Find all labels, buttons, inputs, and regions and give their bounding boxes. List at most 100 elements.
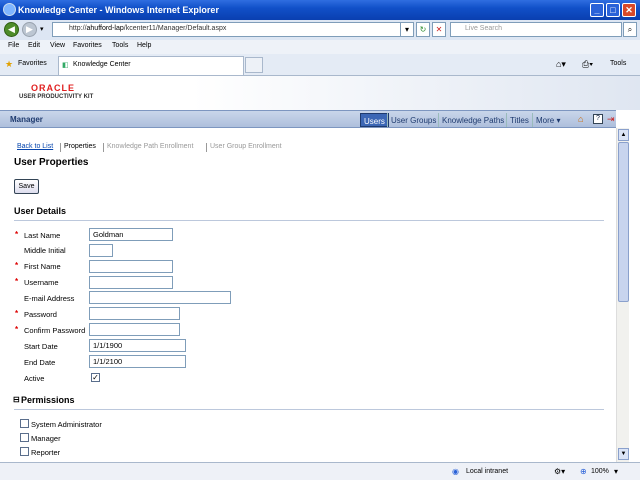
nav-users[interactable]: Users — [360, 113, 389, 127]
protected-mode-icon[interactable]: ⚙▾ — [554, 467, 565, 476]
breadcrumb-divider — [206, 143, 207, 152]
ie-logo-icon — [3, 3, 16, 16]
page-title: User Properties — [14, 157, 89, 168]
oracle-logo: ORACLE — [31, 83, 75, 93]
zoom-level[interactable]: 100% — [591, 468, 609, 475]
back-arrow-icon[interactable]: ◀ — [4, 22, 19, 37]
required-marker: * — [15, 230, 19, 239]
favorites-button[interactable]: Favorites — [18, 60, 47, 67]
email-label: E-mail Address — [24, 294, 75, 303]
favorites-bar: ★ Favorites ◧ Knowledge Center ⌂▾ ⎙▾ Too… — [0, 54, 640, 76]
tools-button[interactable]: Tools — [610, 60, 626, 67]
nav-user-groups[interactable]: User Groups — [387, 113, 439, 127]
menu-favorites[interactable]: Favorites — [73, 42, 102, 49]
menu-file[interactable]: File — [8, 42, 19, 49]
permission-label: Reporter — [31, 448, 61, 457]
middle-initial-input[interactable] — [89, 244, 113, 257]
tab-knowledge-center[interactable]: ◧ Knowledge Center — [58, 56, 244, 75]
back-to-list-link[interactable]: Back to List — [17, 143, 53, 150]
username-label: Username — [24, 278, 59, 287]
user-details-heading: User Details — [14, 206, 67, 216]
breadcrumb-divider — [60, 143, 61, 152]
status-bar: ◉ Local intranet ⚙▾ ⊕ 100% ▾ — [0, 462, 640, 480]
home-toolbar-icon[interactable]: ⌂▾ — [556, 59, 566, 70]
search-input[interactable]: Live Search — [450, 22, 622, 37]
manager-checkbox[interactable] — [20, 433, 29, 442]
home-icon[interactable]: ⌂ — [578, 114, 583, 124]
scroll-thumb[interactable] — [618, 142, 629, 302]
confirm-password-label: Confirm Password — [24, 326, 86, 335]
menu-view[interactable]: View — [50, 42, 65, 49]
first-name-input[interactable] — [89, 260, 173, 273]
history-dropdown-icon[interactable]: ▾ — [40, 25, 44, 33]
save-button[interactable]: Save — [14, 179, 39, 194]
nav-more-label: More — [536, 116, 555, 125]
knowledge-path-enrollment-tab[interactable]: Knowledge Path Enrollment — [107, 143, 193, 150]
stop-icon[interactable]: ✕ — [432, 22, 446, 37]
active-checkbox[interactable]: ✓ — [91, 373, 100, 382]
nav-knowledge-paths[interactable]: Knowledge Paths — [438, 113, 507, 127]
window-title: Knowledge Center - Windows Internet Expl… — [18, 5, 219, 15]
confirm-password-input[interactable] — [89, 323, 180, 336]
page-icon: ◧ — [62, 62, 69, 69]
menu-edit[interactable]: Edit — [28, 42, 40, 49]
product-name: USER PRODUCTIVITY KIT — [19, 94, 94, 100]
reporter-checkbox[interactable] — [20, 447, 29, 456]
manager-nav-bar: Manager Users User Groups Knowledge Path… — [0, 110, 616, 128]
page-header — [0, 76, 640, 110]
close-icon[interactable]: ✕ — [622, 3, 636, 17]
required-marker: * — [15, 309, 19, 318]
window-title-bar: Knowledge Center - Windows Internet Expl… — [0, 0, 640, 20]
url-input[interactable]: http://ahufford-lap/kcenter11/Manager/De… — [52, 22, 412, 37]
zoom-icon: ⊕ — [580, 467, 587, 476]
start-date-label: Start Date — [24, 342, 58, 351]
help-icon[interactable]: ? — [593, 114, 603, 124]
favorites-star-icon[interactable]: ★ — [5, 59, 13, 70]
nav-more[interactable]: More ▾ — [532, 113, 563, 127]
minimize-icon[interactable]: _ — [590, 3, 604, 17]
section-divider — [14, 409, 604, 410]
tab-label: Knowledge Center — [73, 61, 131, 68]
permission-label: System Administrator — [31, 420, 102, 429]
section-label: Manager — [10, 115, 43, 124]
maximize-icon[interactable]: □ — [606, 3, 620, 17]
collapse-toggle-icon[interactable]: ⊟ — [13, 395, 20, 404]
forward-arrow-icon[interactable]: ▶ — [22, 22, 37, 37]
menu-help[interactable]: Help — [137, 42, 151, 49]
last-name-label: Last Name — [24, 231, 61, 240]
scroll-up-icon[interactable]: ▲ — [618, 129, 629, 141]
active-label: Active — [24, 374, 45, 383]
menu-tools[interactable]: Tools — [112, 42, 128, 49]
password-label: Password — [24, 310, 57, 319]
new-tab-button[interactable] — [245, 57, 263, 73]
first-name-label: First Name — [24, 262, 61, 271]
intranet-zone-icon: ◉ — [452, 467, 459, 476]
end-date-input[interactable]: 1/1/2100 — [89, 355, 186, 368]
password-input[interactable] — [89, 307, 180, 320]
refresh-icon[interactable]: ↻ — [416, 22, 430, 37]
search-icon[interactable]: ⌕ — [623, 22, 637, 37]
last-name-input[interactable]: Goldman — [89, 228, 173, 241]
menu-bar: File Edit View Favorites Tools Help — [0, 40, 640, 54]
username-input[interactable] — [89, 276, 173, 289]
security-zone: Local intranet — [466, 468, 509, 475]
system-administrator-checkbox[interactable] — [20, 419, 29, 428]
vertical-scrollbar[interactable]: ▲ ▼ — [616, 128, 629, 462]
email-input[interactable] — [89, 291, 231, 304]
url-dropdown-icon[interactable]: ▾ — [400, 22, 414, 37]
properties-tab: Properties — [64, 143, 96, 150]
address-bar: ◀ ▶ ▾ http://ahufford-lap/kcenter11/Mana… — [0, 20, 640, 40]
zoom-dropdown-icon[interactable]: ▾ — [614, 467, 618, 476]
permission-label: Manager — [31, 434, 61, 443]
print-icon[interactable]: ⎙▾ — [582, 59, 593, 70]
nav-titles[interactable]: Titles — [506, 113, 532, 127]
required-marker: * — [15, 277, 19, 286]
start-date-input[interactable]: 1/1/1900 — [89, 339, 186, 352]
end-date-label: End Date — [24, 358, 56, 367]
logout-icon[interactable]: ⇥ — [607, 114, 615, 125]
middle-initial-label: Middle Initial — [24, 246, 66, 255]
required-marker: * — [15, 325, 19, 334]
scroll-down-icon[interactable]: ▼ — [618, 448, 629, 460]
required-marker: * — [15, 261, 19, 270]
user-group-enrollment-tab[interactable]: User Group Enrollment — [210, 143, 282, 150]
